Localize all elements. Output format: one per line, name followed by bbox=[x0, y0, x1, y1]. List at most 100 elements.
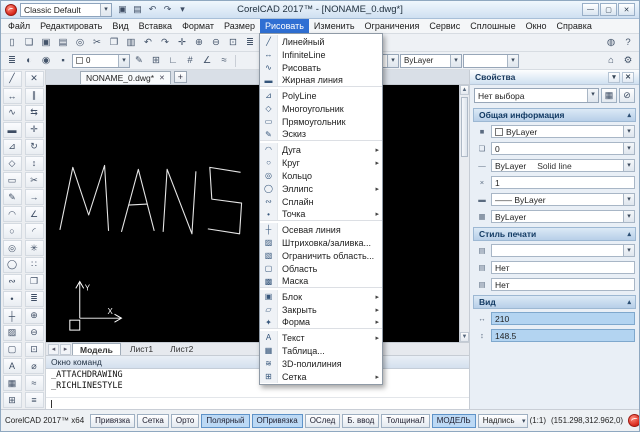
arc-tool-icon[interactable]: ◠ bbox=[2, 206, 22, 223]
smooth-tool-icon[interactable]: ≈ bbox=[24, 375, 44, 392]
copy-icon[interactable]: ❐ bbox=[106, 35, 122, 50]
mirror-tool-icon[interactable]: ⇆ bbox=[24, 104, 44, 121]
draw-menu-item[interactable]: ▱ Закрыть bbox=[259, 303, 382, 316]
command-window-header[interactable]: Окно команд bbox=[46, 356, 469, 369]
statusbar-toggle[interactable]: Привязка bbox=[90, 413, 136, 428]
menu-tools[interactable]: Сервис bbox=[424, 19, 465, 33]
model-tabs-next-icon[interactable]: ▸ bbox=[60, 343, 71, 355]
undo-icon[interactable]: ↶ bbox=[140, 35, 156, 50]
polygon-tool-icon[interactable]: ◇ bbox=[2, 155, 22, 172]
panel-menu-icon[interactable]: ▾ bbox=[608, 71, 620, 83]
linecolor-select[interactable] bbox=[463, 53, 519, 68]
print-style-table-field[interactable]: Нет bbox=[491, 261, 635, 274]
list-tool-icon[interactable]: ≡ bbox=[24, 392, 44, 409]
draw-menu-item[interactable]: ▭ Прямоугольник bbox=[259, 115, 382, 128]
draw-menu-item[interactable]: ◇ Многоугольник bbox=[259, 102, 382, 115]
statusbar-toggle[interactable]: Полярный bbox=[201, 413, 250, 428]
canvas-vertical-scrollbar[interactable]: ▲ ▼ bbox=[459, 85, 469, 342]
draw-menu-item[interactable]: ▦ Таблица... bbox=[259, 344, 382, 357]
chamfer-tool-icon[interactable]: ∠ bbox=[24, 206, 44, 223]
section-print-style[interactable]: Стиль печати bbox=[473, 227, 636, 241]
new-file-icon[interactable]: ▯ bbox=[4, 35, 20, 50]
linestyle-scale-field[interactable]: 1 bbox=[491, 176, 635, 189]
draw-menu-item[interactable]: ✎ Эскиз bbox=[259, 128, 382, 141]
trim-tool-icon[interactable]: ✂ bbox=[24, 172, 44, 189]
command-input[interactable] bbox=[46, 397, 469, 409]
close-button[interactable]: ✕ bbox=[618, 3, 635, 16]
hatch-tool-icon[interactable]: ▨ bbox=[2, 324, 22, 341]
ellipse-tool-icon[interactable]: ◯ bbox=[2, 256, 22, 273]
annotation-scale-select[interactable]: Надпись bbox=[477, 413, 528, 428]
draw-menu-item[interactable]: ↔ InfiniteLine bbox=[259, 48, 382, 61]
draw-menu-item[interactable]: ≋ 3D-полилиния bbox=[259, 357, 382, 370]
layout-tab[interactable]: Лист1 bbox=[122, 343, 161, 355]
draw-menu-item[interactable]: ◠ Дуга bbox=[259, 143, 382, 156]
polar-toggle-icon[interactable]: ∠ bbox=[199, 53, 215, 68]
entity-layer-icon[interactable]: ✎ bbox=[131, 53, 147, 68]
layer-freeze-icon[interactable]: ◉ bbox=[38, 53, 54, 68]
menu-modify[interactable]: Изменить bbox=[309, 19, 360, 33]
ortho-toggle-icon[interactable]: ∟ bbox=[165, 53, 181, 68]
linestyle-select[interactable]: ByLayer Solid line bbox=[491, 159, 635, 172]
properties-tool-icon[interactable]: ≣ bbox=[24, 290, 44, 307]
draw-menu-item[interactable]: ▧ Ограничить область... bbox=[259, 249, 382, 262]
lineweight-select[interactable]: —— ByLayer bbox=[491, 193, 635, 206]
toolbar-options-icon[interactable]: ▾ bbox=[175, 3, 190, 17]
scroll-up-icon[interactable]: ▲ bbox=[460, 85, 469, 95]
centerline-tool-icon[interactable]: ┼ bbox=[2, 307, 22, 324]
view-width-field[interactable]: 210 bbox=[491, 312, 635, 325]
mesh-tool-icon[interactable]: ⊞ bbox=[2, 392, 22, 409]
menu-edit[interactable]: Редактировать bbox=[35, 19, 107, 33]
draw-menu-item[interactable]: ▢ Область bbox=[259, 262, 382, 275]
rectangle-tool-icon[interactable]: ▭ bbox=[2, 172, 22, 189]
close-icon[interactable]: ✕ bbox=[622, 71, 634, 83]
draw-menu-item[interactable]: ◎ Кольцо bbox=[259, 169, 382, 182]
erase-tool-icon[interactable]: ✕ bbox=[24, 71, 44, 87]
layout-tab[interactable]: Лист2 bbox=[162, 343, 201, 355]
layers-manager-icon[interactable]: ≣ bbox=[242, 35, 258, 50]
point-tool-icon[interactable]: • bbox=[2, 290, 22, 307]
pan-icon[interactable]: ✛ bbox=[174, 35, 190, 50]
layout-tab[interactable]: Модель bbox=[72, 343, 121, 355]
zoom-out-icon[interactable]: ⊖ bbox=[208, 35, 224, 50]
linestyle-select[interactable]: ByLayer bbox=[400, 53, 462, 68]
scroll-down-icon[interactable]: ▼ bbox=[460, 332, 469, 342]
select-elements-button[interactable]: ▦ bbox=[601, 88, 617, 103]
close-tab-icon[interactable]: ✕ bbox=[159, 74, 165, 82]
draw-menu-item[interactable]: ⊞ Сетка bbox=[259, 370, 382, 383]
zoom-in-tool-icon[interactable]: ⊕ bbox=[24, 307, 44, 324]
transparency-select[interactable]: ByLayer bbox=[491, 210, 635, 223]
print-preview-icon[interactable]: ◎ bbox=[72, 35, 88, 50]
menu-file[interactable]: Файл bbox=[3, 19, 35, 33]
draw-menu-item[interactable]: ▬ Жирная линия bbox=[259, 74, 382, 87]
statusbar-toggle[interactable]: Орто bbox=[170, 413, 200, 428]
menu-constraints[interactable]: Ограничения bbox=[360, 19, 425, 33]
text-tool-icon[interactable]: A bbox=[2, 358, 22, 375]
draw-menu-item[interactable]: A Текст bbox=[259, 331, 382, 344]
section-view[interactable]: Вид bbox=[473, 295, 636, 309]
menu-dimension[interactable]: Размер bbox=[219, 19, 260, 33]
print-file-icon[interactable]: ▤ bbox=[55, 35, 71, 50]
fillet-tool-icon[interactable]: ◜ bbox=[24, 223, 44, 240]
region-tool-icon[interactable]: ▢ bbox=[2, 341, 22, 358]
layer-visibility-icon[interactable]: ◐ bbox=[21, 53, 37, 68]
save-file-icon[interactable]: ▣ bbox=[38, 35, 54, 50]
draw-menu-item[interactable]: ○ Круг bbox=[259, 156, 382, 169]
open-file-icon[interactable]: ❏ bbox=[21, 35, 37, 50]
help-icon[interactable]: ? bbox=[620, 35, 636, 50]
scrollbar-thumb[interactable] bbox=[461, 97, 468, 157]
draw-menu-item[interactable]: ⊿ PolyLine bbox=[259, 89, 382, 102]
section-general-info[interactable]: Общая информация bbox=[473, 108, 636, 122]
spline-tool-icon[interactable]: ∾ bbox=[2, 273, 22, 290]
minimize-button[interactable]: — bbox=[582, 3, 599, 16]
snap-toggle-icon[interactable]: # bbox=[182, 53, 198, 68]
layer-manager-icon[interactable]: ≣ bbox=[4, 53, 20, 68]
layer-select[interactable]: 0 bbox=[72, 53, 130, 68]
layer-select[interactable]: 0 bbox=[491, 142, 635, 155]
selection-select[interactable]: Нет выбора bbox=[474, 88, 599, 103]
layer-color-icon[interactable]: ▪ bbox=[55, 53, 71, 68]
scale-tool-icon[interactable]: ↕ bbox=[24, 155, 44, 172]
menu-solids[interactable]: Сплошные bbox=[465, 19, 520, 33]
circle-tool-icon[interactable]: ○ bbox=[2, 223, 22, 240]
copy-tool-icon[interactable]: ❐ bbox=[24, 273, 44, 290]
